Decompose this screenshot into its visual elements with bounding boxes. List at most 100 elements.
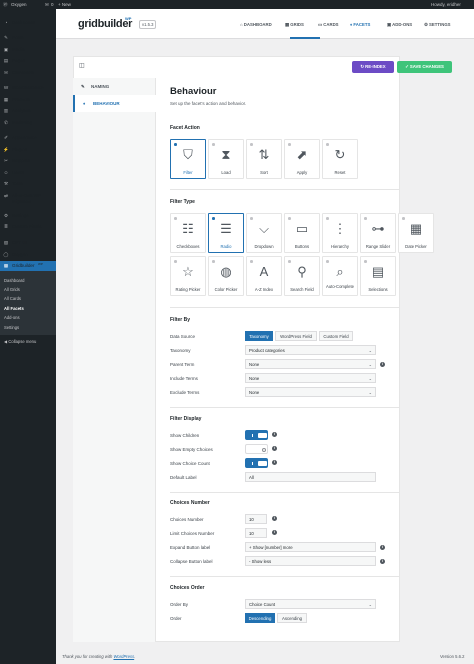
data-source-custom-field[interactable]: Custom Field (319, 331, 353, 341)
option-checkboxes[interactable]: ☷ Checkboxes (170, 213, 206, 253)
limit-choices-input[interactable]: 10 (245, 528, 267, 538)
nav-grids[interactable]: ▦ GRIDS (285, 22, 304, 28)
autocomplete-icon: ⌕ (336, 264, 344, 279)
default-label-input[interactable]: All (245, 472, 376, 482)
howdy-user[interactable]: Howdy, eridher (431, 2, 461, 7)
sidebar-item-tools[interactable]: ⚒ Tools (0, 181, 56, 189)
wordpress-link[interactable]: WordPress (113, 654, 134, 659)
option-filter[interactable]: ⛉ Filter (170, 139, 206, 179)
save-changes-button[interactable]: ✓ SAVE CHANGES (397, 61, 452, 73)
help-icon[interactable]: i (272, 432, 277, 437)
help-icon[interactable]: i (272, 530, 277, 535)
sidebar-item-gridbuilder[interactable]: ▩ Gridbuilder WP (0, 261, 56, 271)
wp-version: Version 5.6.2 (440, 654, 465, 659)
option-color-picker[interactable]: ◍ Color Picker (208, 256, 244, 296)
help-icon[interactable]: i (380, 362, 385, 367)
help-icon[interactable]: i (272, 516, 277, 521)
nav-facets[interactable]: ♦ FACETS (350, 22, 370, 27)
sidebar-item-posts[interactable]: ✎ Posts (0, 35, 56, 43)
option-buttons[interactable]: ▭ Buttons (284, 213, 320, 253)
tab-behaviour[interactable]: ♦ BEHAVIOUR (73, 95, 156, 112)
collapse-menu-button[interactable]: ◀ Collapse menu (4, 339, 36, 344)
order-ascending[interactable]: Ascending (277, 613, 307, 623)
option-apply[interactable]: ⬈ Apply (284, 139, 320, 179)
sidebar-item-analytics[interactable]: ▥ Analytics (0, 108, 56, 116)
gridbuilder-header: gridbuilder WP v1.5.3 ⌂ DASHBOARD ▦ GRID… (56, 9, 474, 39)
new-content-link[interactable]: + New (58, 2, 71, 7)
sidebar-item-comments[interactable]: ✉ Comments (0, 70, 56, 78)
submenu-item-dashboard[interactable]: Dashboard (4, 278, 25, 283)
comment-icon[interactable]: ✉ (45, 2, 49, 8)
nav-dashboard[interactable]: ⌂ DASHBOARD (240, 22, 272, 27)
sidebar-item-settings[interactable]: ⚙ Settings (0, 213, 56, 221)
sidebar-item-woocommerce[interactable]: W WooCommerce (0, 85, 56, 93)
sidebar-item-users[interactable]: ☺ Users (0, 170, 56, 178)
option-hierarchy[interactable]: ⋮ Hierarchy (322, 213, 358, 253)
expand-button-input[interactable]: + Show [number] more (245, 542, 376, 552)
option-radio[interactable]: ☰ Radio (208, 213, 244, 253)
option-selections[interactable]: ▤ Selections (360, 256, 396, 296)
show-choice-count-toggle[interactable] (245, 458, 268, 468)
media-icon: ▣ (3, 47, 9, 52)
help-icon[interactable]: i (380, 545, 385, 550)
data-source-taxonomy[interactable]: Taxonomy (245, 331, 273, 341)
order-descending[interactable]: Descending (245, 613, 275, 623)
option-search-field[interactable]: ⚲ Search Field (284, 256, 320, 296)
submenu-item-all-facets[interactable]: All Facets (4, 306, 24, 311)
tag-icon: ✎ (81, 84, 85, 89)
submenu-item-all-cards[interactable]: All Cards (4, 296, 21, 301)
comments-count[interactable]: 0 (51, 2, 54, 7)
submenu-item-all-grids[interactable]: All Grids (4, 287, 20, 292)
data-source-wordpress-field[interactable]: WordPress Field (275, 331, 317, 341)
show-children-toggle[interactable] (245, 430, 268, 440)
oxygen-icon: ◯ (3, 252, 9, 257)
sidebar-item-products[interactable]: ▦ Products (0, 97, 56, 105)
sidebar-toggle-icon[interactable]: ◫ (79, 62, 85, 69)
nav-cards[interactable]: ▭ CARDS (318, 22, 339, 28)
megaphone-icon: ✆ (4, 120, 8, 125)
sidebar-item-all-in-one-wp-migration[interactable]: ⇄ All-in-One WP Migration (0, 193, 56, 205)
help-icon[interactable]: i (272, 460, 277, 465)
option-dropdown[interactable]: ⌵ Dropdown (246, 213, 282, 253)
order-by-select[interactable]: Choice Count ⌄ (245, 599, 376, 609)
parent-term-select[interactable]: None ⌄ (245, 359, 376, 369)
help-icon[interactable]: i (380, 559, 385, 564)
taxonomy-select[interactable]: Product categories ⌄ (245, 345, 376, 355)
option-auto-complete[interactable]: ⌕ Auto-Complete (322, 256, 358, 296)
sidebar-item-dashboard[interactable]: ◔ Dashboard (0, 20, 56, 28)
option-reset[interactable]: ↻ Reset (322, 139, 358, 179)
help-icon[interactable]: i (272, 446, 277, 451)
sidebar-item-oxygen[interactable]: ◯ Oxygen (0, 252, 56, 260)
sidebar-item-cpt-ui[interactable]: ▧ CPT UI (0, 240, 56, 248)
tab-naming[interactable]: ✎ NAMING (73, 78, 156, 95)
submenu-item-add-ons[interactable]: Add-ons (4, 315, 20, 320)
admin-bar-site-name[interactable]: Oxygen (11, 2, 27, 7)
option-range-slider[interactable]: ⊶ Range Slider (360, 213, 396, 253)
option-sort[interactable]: ⇅ Sort (246, 139, 282, 179)
reindex-button[interactable]: ↻ RE-INDEX (352, 61, 394, 73)
star-icon: ☆ (182, 264, 194, 279)
include-terms-select[interactable]: None ⌄ (245, 373, 376, 383)
wordpress-icon[interactable]: Ⓦ (3, 2, 8, 8)
choices-number-input[interactable]: 10 (245, 514, 267, 524)
show-empty-choices-toggle[interactable] (245, 444, 268, 454)
sidebar-item-appearance[interactable]: ✐ Appearance (0, 135, 56, 143)
option-load[interactable]: ⧗ Load (208, 139, 244, 179)
nav-settings[interactable]: ⚙ SETTINGS (424, 22, 451, 28)
sidebar-item-custom-fields[interactable]: ≣ Custom Fields (0, 224, 56, 232)
nav-add-ons[interactable]: ▣ ADD-ONS (387, 22, 412, 28)
sidebar-item-media[interactable]: ▣ Media (0, 47, 56, 55)
sidebar-item-snippets[interactable]: ✂ Snippets (0, 158, 56, 166)
option-rating-picker[interactable]: ☆ Rating Picker (170, 256, 206, 296)
sidebar-item-pages[interactable]: ▤ Pages (0, 58, 56, 66)
divider (170, 189, 400, 190)
sort-icon: ⇅ (258, 147, 270, 162)
collapse-button-input[interactable]: - Show less (245, 556, 376, 566)
submenu-item-settings[interactable]: Settings (4, 325, 19, 330)
sidebar-item-plugins[interactable]: ⚡ Plugins (0, 147, 56, 155)
reset-icon: ↻ (334, 147, 346, 162)
exclude-terms-select[interactable]: None ⌄ (245, 387, 376, 397)
option-date-picker[interactable]: ▦ Date Picker (398, 213, 434, 253)
sidebar-item-marketing[interactable]: ✆ Marketing (0, 120, 56, 128)
option-a-z-index[interactable]: A A-Z Index (246, 256, 282, 296)
